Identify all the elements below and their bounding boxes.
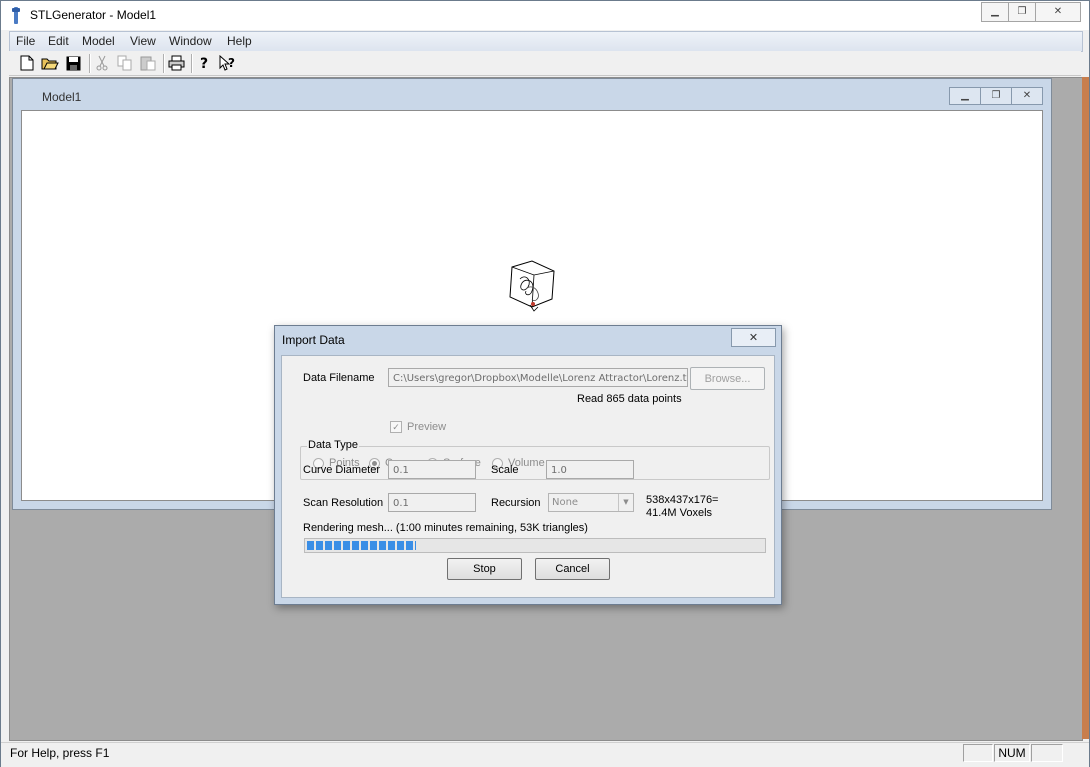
menu-file[interactable]: File bbox=[16, 34, 35, 48]
print-button[interactable] bbox=[167, 54, 185, 72]
save-button[interactable] bbox=[64, 54, 82, 72]
scale-label: Scale bbox=[491, 464, 519, 476]
scale-field[interactable]: 1.0 bbox=[546, 460, 634, 479]
restore-icon: ❐ bbox=[1017, 6, 1027, 17]
progress-fill bbox=[307, 541, 416, 550]
dialog-body: Data Filename C:\Users\gregor\Dropbox\Mo… bbox=[281, 355, 775, 598]
close-button[interactable]: ✕ bbox=[1035, 2, 1081, 22]
close-icon: ✕ bbox=[1053, 6, 1063, 17]
close-icon: ✕ bbox=[1022, 90, 1032, 101]
minimize-icon: ▁ bbox=[961, 90, 969, 101]
preview-label: Preview bbox=[407, 421, 447, 433]
status-bar: For Help, press F1 NUM bbox=[1, 742, 1089, 767]
cut-icon bbox=[96, 55, 108, 71]
menu-help[interactable]: Help bbox=[227, 34, 252, 48]
context-help-icon: ? bbox=[219, 55, 235, 71]
recursion-label: Recursion bbox=[491, 497, 541, 509]
svg-text:?: ? bbox=[228, 56, 235, 70]
menu-view[interactable]: View bbox=[130, 34, 156, 48]
new-file-icon bbox=[20, 55, 34, 71]
toolbar-separator bbox=[163, 54, 165, 73]
paste-icon bbox=[140, 56, 156, 71]
restore-icon: ❐ bbox=[991, 90, 1001, 101]
status-panel-scroll bbox=[1031, 744, 1063, 762]
menu-edit[interactable]: Edit bbox=[48, 34, 69, 48]
curve-diameter-label: Curve Diameter bbox=[303, 464, 381, 476]
scan-resolution-field[interactable]: 0.1 bbox=[388, 493, 476, 512]
voxel-count-text: 41.4M Voxels bbox=[646, 507, 713, 519]
data-type-label: Data Type bbox=[307, 439, 359, 451]
child-minimize-button[interactable]: ▁ bbox=[949, 87, 981, 105]
stop-button[interactable]: Stop bbox=[447, 558, 522, 580]
dialog-close-button[interactable]: ✕ bbox=[731, 328, 776, 347]
child-window-controls: ▁ ❐ ✕ bbox=[949, 87, 1043, 105]
minimize-icon: ▁ bbox=[991, 6, 999, 17]
status-panel-num: NUM bbox=[994, 744, 1030, 762]
window-title: STLGenerator - Model1 bbox=[30, 8, 157, 22]
menu-window[interactable]: Window bbox=[169, 34, 212, 48]
app-icon bbox=[12, 7, 20, 24]
cancel-button[interactable]: Cancel bbox=[535, 558, 610, 580]
background-strip bbox=[1082, 77, 1089, 739]
dialog-title: Import Data bbox=[282, 333, 345, 347]
preview-checkbox[interactable]: ✓ Preview bbox=[390, 421, 446, 433]
checkmark-icon: ✓ bbox=[390, 421, 402, 433]
voxel-dimensions-text: 538x437x176= bbox=[646, 494, 719, 506]
recursion-value: None bbox=[552, 497, 579, 508]
curve-diameter-field[interactable]: 0.1 bbox=[388, 460, 476, 479]
read-status-text: Read 865 data points bbox=[577, 393, 682, 405]
context-help-button[interactable]: ? bbox=[219, 54, 237, 72]
toolbar-separator bbox=[191, 54, 193, 73]
app-window: STLGenerator - Model1 ▁ ❐ ✕ File Edit Mo… bbox=[0, 0, 1090, 767]
render-progress-bar bbox=[304, 538, 766, 553]
copy-icon bbox=[117, 55, 132, 71]
close-icon: ✕ bbox=[748, 332, 759, 344]
menu-bar: File Edit Model View Window Help bbox=[9, 31, 1083, 52]
svg-text:?: ? bbox=[200, 56, 208, 71]
menu-model[interactable]: Model bbox=[82, 34, 115, 48]
open-button[interactable] bbox=[41, 54, 59, 72]
help-icon: ? bbox=[200, 56, 208, 71]
data-filename-field[interactable]: C:\Users\gregor\Dropbox\Modelle\Lorenz A… bbox=[388, 368, 688, 387]
recursion-dropdown[interactable]: None ▼ bbox=[548, 493, 634, 512]
import-data-dialog: Import Data ✕ Data Filename C:\Users\gre… bbox=[274, 325, 782, 605]
printer-icon bbox=[168, 55, 184, 71]
window-controls: ▁ ❐ ✕ bbox=[981, 2, 1081, 22]
open-folder-icon bbox=[41, 58, 59, 70]
save-icon bbox=[66, 56, 80, 70]
copy-button[interactable] bbox=[116, 54, 134, 72]
browse-button[interactable]: Browse... bbox=[690, 367, 765, 390]
status-panel-caps bbox=[963, 744, 993, 762]
toolbar-separator bbox=[89, 54, 91, 73]
chevron-down-icon: ▼ bbox=[618, 494, 633, 511]
scan-resolution-label: Scan Resolution bbox=[303, 497, 384, 509]
data-filename-label: Data Filename bbox=[303, 372, 375, 384]
child-window-title: Model1 bbox=[42, 90, 82, 104]
help-button[interactable]: ? bbox=[196, 54, 214, 72]
child-close-button[interactable]: ✕ bbox=[1011, 87, 1043, 105]
child-maximize-button[interactable]: ❐ bbox=[980, 87, 1012, 105]
cut-button[interactable] bbox=[93, 54, 111, 72]
maximize-button[interactable]: ❐ bbox=[1008, 2, 1036, 22]
new-file-button[interactable] bbox=[18, 54, 36, 72]
status-help-text: For Help, press F1 bbox=[10, 746, 110, 760]
lorenz-model-preview-icon bbox=[509, 260, 555, 312]
title-bar: STLGenerator - Model1 ▁ ❐ ✕ bbox=[1, 1, 1089, 30]
minimize-button[interactable]: ▁ bbox=[981, 2, 1009, 22]
paste-button[interactable] bbox=[139, 54, 157, 72]
progress-status-text: Rendering mesh... (1:00 minutes remainin… bbox=[303, 522, 588, 534]
toolbar: ? ? bbox=[9, 51, 1081, 76]
